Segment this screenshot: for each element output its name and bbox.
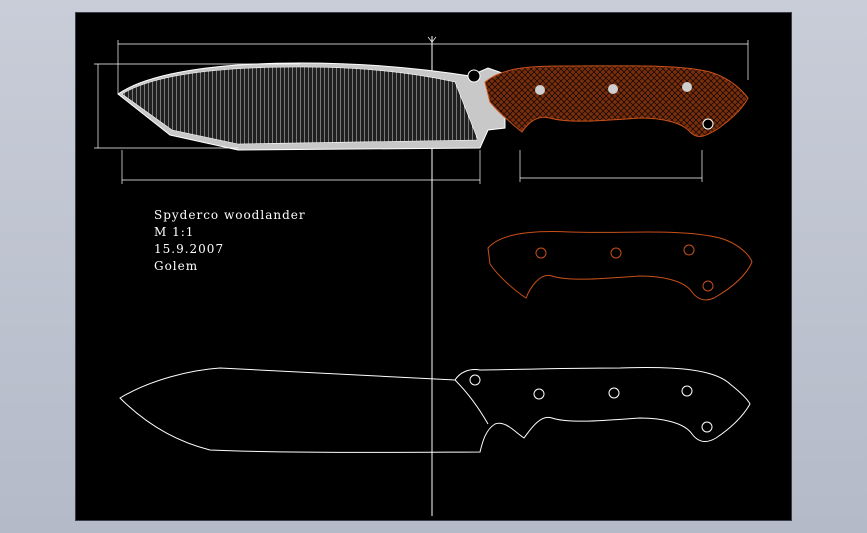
tang-hole-1 — [533, 388, 545, 400]
handle-pin-3 — [682, 82, 692, 92]
author-text: Golem — [154, 259, 199, 273]
scale-hole-4 — [702, 280, 714, 292]
tang-hole-guard — [469, 374, 481, 386]
assembled-knife — [94, 36, 749, 184]
tang-hole-lanyard — [701, 421, 713, 433]
date-text: 15.9.2007 — [154, 242, 225, 256]
plunge-line — [454, 379, 489, 425]
guard-hole — [467, 69, 481, 83]
full-tang-outline — [119, 367, 751, 453]
handle-scale-outline — [487, 231, 753, 301]
lanyard-hole — [702, 118, 714, 130]
handle-scale-template — [487, 231, 753, 301]
tang-hole-3 — [681, 385, 693, 397]
handle-pin-1 — [535, 85, 545, 95]
title-text: Spyderco woodlander — [154, 208, 306, 222]
scale-hole-1 — [535, 247, 547, 259]
knife-drawing — [94, 36, 753, 516]
tang-hole-2 — [608, 387, 620, 399]
handle-pin-2 — [608, 84, 618, 94]
full-tang-template — [119, 367, 751, 453]
scale-hole-3 — [683, 244, 695, 256]
scale-text: M 1:1 — [154, 225, 195, 239]
scale-hole-2 — [610, 247, 622, 259]
